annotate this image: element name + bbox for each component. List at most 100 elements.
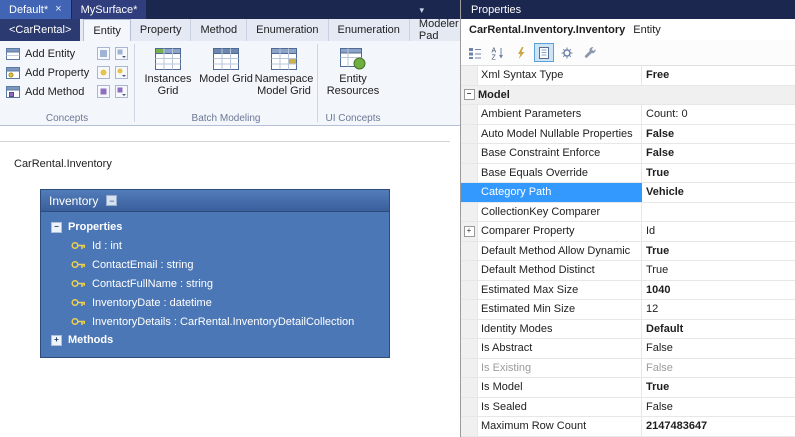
new-property-variant-icon[interactable] bbox=[97, 66, 110, 79]
property-name[interactable]: CollectionKey Comparer bbox=[478, 203, 642, 222]
property-row[interactable]: Default Method Distinct True bbox=[461, 261, 795, 281]
entity-methods-section[interactable]: + Methods bbox=[41, 331, 389, 349]
entity-property-row[interactable]: Id : int bbox=[41, 236, 389, 255]
category-row-model[interactable]: − Model bbox=[461, 86, 795, 106]
row-gutter bbox=[461, 242, 478, 261]
property-row[interactable]: Is Model True bbox=[461, 378, 795, 398]
tab-mysurface[interactable]: MySurface* bbox=[72, 0, 147, 19]
property-name[interactable]: Base Equals Override bbox=[478, 164, 642, 183]
property-row[interactable]: Is Abstract False bbox=[461, 339, 795, 359]
new-method-variant-icon[interactable] bbox=[97, 85, 110, 98]
property-value[interactable]: False bbox=[642, 125, 795, 144]
model-grid-button[interactable]: Model Grid bbox=[197, 44, 255, 97]
property-row-selected[interactable]: Category Path Vehicle bbox=[461, 183, 795, 203]
property-name[interactable]: Ambient Parameters bbox=[478, 105, 642, 124]
instances-grid-button[interactable]: Instances Grid bbox=[139, 44, 197, 97]
property-row[interactable]: CollectionKey Comparer bbox=[461, 203, 795, 223]
property-value[interactable]: True bbox=[642, 261, 795, 280]
entity-header[interactable]: Inventory − bbox=[41, 190, 389, 212]
entity-property-row[interactable]: ContactEmail : string bbox=[41, 255, 389, 274]
property-row[interactable]: Default Method Allow Dynamic True bbox=[461, 242, 795, 262]
property-row[interactable]: + Comparer Property Id bbox=[461, 222, 795, 242]
entity-property-row[interactable]: InventoryDetails : CarRental.InventoryDe… bbox=[41, 312, 389, 331]
entity-property-row[interactable]: ContactFullName : string bbox=[41, 274, 389, 293]
sort-alphabetical-icon[interactable]: AZ bbox=[488, 43, 508, 62]
property-value[interactable]: False bbox=[642, 144, 795, 163]
property-name[interactable]: Maximum Row Count bbox=[478, 417, 642, 436]
chevron-down-icon[interactable]: ▾ bbox=[419, 5, 424, 16]
entity-property-row[interactable]: InventoryDate : datetime bbox=[41, 293, 389, 312]
property-name[interactable]: Auto Model Nullable Properties bbox=[478, 125, 642, 144]
property-name[interactable]: Default Method Allow Dynamic bbox=[478, 242, 642, 261]
property-row[interactable]: Maximum Row Count 2147483647 bbox=[461, 417, 795, 437]
new-property-dropdown-icon[interactable] bbox=[115, 66, 128, 79]
ribbon-tab-enumeration-2[interactable]: Enumeration bbox=[329, 19, 410, 41]
property-value[interactable] bbox=[642, 203, 795, 222]
property-value[interactable]: Free bbox=[642, 66, 795, 85]
add-property-button[interactable]: Add Property bbox=[4, 63, 130, 82]
property-row[interactable]: Estimated Min Size 12 bbox=[461, 300, 795, 320]
property-name[interactable]: Is Sealed bbox=[478, 398, 642, 417]
entity-properties-section[interactable]: − Properties bbox=[41, 218, 389, 236]
property-value[interactable]: Default bbox=[642, 320, 795, 339]
tab-default[interactable]: Default* × bbox=[0, 0, 71, 19]
ribbon-tab-entity[interactable]: Entity bbox=[83, 19, 131, 41]
property-name[interactable]: Default Method Distinct bbox=[478, 261, 642, 280]
property-row[interactable]: Auto Model Nullable Properties False bbox=[461, 125, 795, 145]
property-row[interactable]: Xml Syntax Type Free bbox=[461, 66, 795, 86]
collapse-icon[interactable]: − bbox=[51, 222, 62, 233]
entity-resources-button[interactable]: Entity Resources bbox=[322, 44, 384, 97]
property-value[interactable]: Id bbox=[642, 222, 795, 241]
property-value[interactable]: Vehicle bbox=[642, 183, 795, 202]
property-value[interactable]: True bbox=[642, 242, 795, 261]
property-value[interactable]: True bbox=[642, 378, 795, 397]
namespace-model-grid-label: Namespace Model Grid bbox=[255, 73, 314, 97]
new-entity-variant-icon[interactable] bbox=[97, 47, 110, 60]
property-row[interactable]: Ambient Parameters Count: 0 bbox=[461, 105, 795, 125]
property-name[interactable]: Identity Modes bbox=[478, 320, 642, 339]
expand-icon[interactable]: + bbox=[464, 226, 475, 237]
property-value[interactable]: 2147483647 bbox=[642, 417, 795, 436]
property-value[interactable]: 12 bbox=[642, 300, 795, 319]
new-method-dropdown-icon[interactable] bbox=[115, 85, 128, 98]
property-name[interactable]: Base Constraint Enforce bbox=[478, 144, 642, 163]
property-value: False bbox=[642, 359, 795, 378]
property-name[interactable]: Xml Syntax Type bbox=[478, 66, 642, 85]
wrench-icon[interactable] bbox=[580, 43, 600, 62]
ribbon-tab-property[interactable]: Property bbox=[131, 19, 192, 41]
property-row[interactable]: Base Constraint Enforce False bbox=[461, 144, 795, 164]
property-name[interactable]: Estimated Max Size bbox=[478, 281, 642, 300]
ribbon-tab-method[interactable]: Method bbox=[191, 19, 247, 41]
add-method-button[interactable]: Add Method bbox=[4, 82, 130, 101]
lightning-icon[interactable] bbox=[511, 43, 531, 62]
close-icon[interactable]: × bbox=[55, 4, 61, 15]
property-name[interactable]: Is Model bbox=[478, 378, 642, 397]
property-value[interactable]: True bbox=[642, 164, 795, 183]
property-row[interactable]: Identity Modes Default bbox=[461, 320, 795, 340]
property-row[interactable]: Base Equals Override True bbox=[461, 164, 795, 184]
property-value[interactable]: 1040 bbox=[642, 281, 795, 300]
property-name[interactable]: Comparer Property bbox=[478, 222, 642, 241]
collapse-icon[interactable]: − bbox=[464, 89, 475, 100]
ribbon-tab-enumeration-1[interactable]: Enumeration bbox=[247, 19, 328, 41]
ribbon-tab-bar: <CarRental> Entity Property Method Enume… bbox=[0, 19, 460, 41]
property-row[interactable]: Estimated Max Size 1040 bbox=[461, 281, 795, 301]
property-value[interactable]: False bbox=[642, 398, 795, 417]
collapse-icon[interactable]: − bbox=[106, 195, 117, 206]
property-name[interactable]: Is Abstract bbox=[478, 339, 642, 358]
property-pages-icon[interactable] bbox=[534, 43, 554, 62]
property-name[interactable]: Category Path bbox=[478, 183, 642, 202]
design-surface[interactable]: CarRental.Inventory Inventory − − Proper… bbox=[0, 126, 460, 437]
entity-shape-inventory[interactable]: Inventory − − Properties Id : int Contac… bbox=[40, 189, 390, 358]
property-value[interactable]: Count: 0 bbox=[642, 105, 795, 124]
namespace-model-grid-button[interactable]: Namespace Model Grid bbox=[255, 44, 313, 97]
settings-icon[interactable] bbox=[557, 43, 577, 62]
property-row[interactable]: Is Sealed False bbox=[461, 398, 795, 418]
property-value[interactable]: False bbox=[642, 339, 795, 358]
categorized-icon[interactable] bbox=[465, 43, 485, 62]
backstage-button[interactable]: <CarRental> bbox=[0, 19, 80, 41]
add-entity-button[interactable]: Add Entity bbox=[4, 44, 130, 63]
new-entity-dropdown-icon[interactable] bbox=[115, 47, 128, 60]
expand-icon[interactable]: + bbox=[51, 335, 62, 346]
property-name[interactable]: Estimated Min Size bbox=[478, 300, 642, 319]
